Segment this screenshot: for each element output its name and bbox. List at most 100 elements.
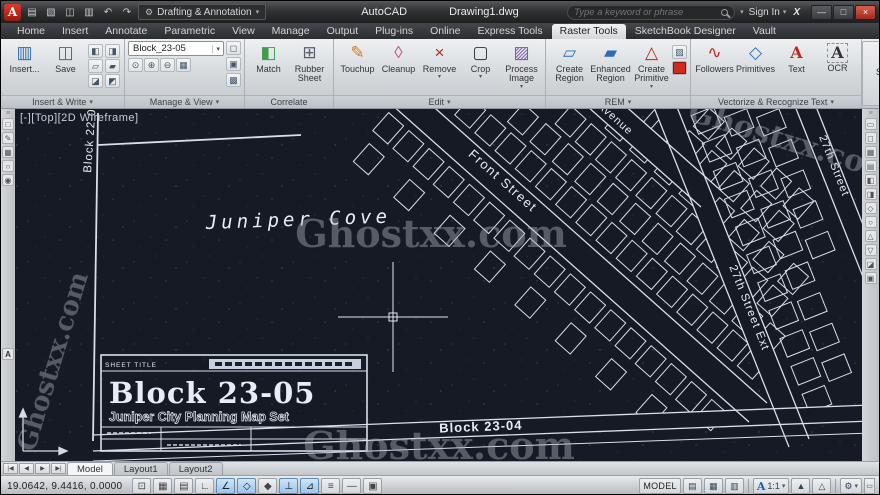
undo-button[interactable]: ↶: [100, 4, 116, 20]
ribbon-tab-sketchbook-designer[interactable]: SketchBook Designer: [627, 24, 744, 39]
create-primitive-button[interactable]: △ Create Primitive ▾: [631, 41, 672, 90]
model-paper-toggle[interactable]: MODEL: [639, 478, 681, 494]
zoom-in-button[interactable]: ⊕: [144, 58, 159, 72]
ribbon-tab-output[interactable]: Output: [319, 24, 367, 39]
panel-title-rem[interactable]: REM ▾: [546, 95, 690, 108]
view-tool-button[interactable]: ▦: [176, 58, 191, 72]
write-tool-button[interactable]: ◨: [105, 44, 120, 58]
tool-icon[interactable]: ○: [2, 160, 14, 172]
ribbon-tab-home[interactable]: Home: [9, 24, 53, 39]
lineweight-toggle[interactable]: —: [342, 478, 361, 494]
save-image-button[interactable]: ◫ Save: [45, 41, 86, 74]
raster-tool-icon[interactable]: ◪: [865, 258, 877, 270]
new-button[interactable]: ▤: [24, 4, 40, 20]
write-tool-button[interactable]: ◧: [88, 44, 103, 58]
tab-layout1[interactable]: Layout1: [114, 462, 168, 475]
followers-button[interactable]: ∿ Followers: [694, 41, 735, 74]
process-image-button[interactable]: ▨ Process Image ▾: [501, 41, 542, 90]
polar-tracking-toggle[interactable]: ∠: [216, 478, 235, 494]
manage-tool-button[interactable]: ▣: [226, 57, 241, 71]
snap-mode-toggle[interactable]: ▦: [153, 478, 172, 494]
raster-tool-icon[interactable]: ▣: [865, 272, 877, 284]
ribbon-tab-insert[interactable]: Insert: [54, 24, 96, 39]
object-snap-toggle[interactable]: ◇: [237, 478, 256, 494]
model-space-button[interactable]: ▤: [683, 478, 702, 494]
enhanced-region-button[interactable]: ▰ Enhanced Region: [590, 41, 631, 84]
tool-icon[interactable]: □: [2, 118, 14, 130]
raster-tool-icon[interactable]: ◇: [865, 202, 877, 214]
infer-constraints-toggle[interactable]: ⊡: [132, 478, 151, 494]
manage-tool-button[interactable]: ◻: [226, 41, 241, 55]
plot-button[interactable]: ▥: [81, 4, 97, 20]
workspace-switcher[interactable]: ⚙ Drafting & Annotation ▾: [138, 4, 266, 20]
toolbar-grip[interactable]: ≡: [6, 111, 10, 116]
ribbon-tab-parametric[interactable]: Parametric: [156, 24, 223, 39]
tab-model[interactable]: Model: [67, 462, 113, 475]
crop-button[interactable]: ▢ Crop ▾: [460, 41, 501, 81]
raster-tool-icon[interactable]: ▽: [865, 244, 877, 256]
sign-in-button[interactable]: Sign In ▾: [749, 7, 787, 18]
color-swatch-button[interactable]: [672, 61, 687, 75]
autoscale-button[interactable]: △: [812, 478, 831, 494]
viewport-controls[interactable]: [-][Top][2D Wireframe]: [20, 112, 139, 124]
search-input[interactable]: [574, 7, 721, 18]
raster-tool-icon[interactable]: ○: [865, 216, 877, 228]
quick-properties-toggle[interactable]: ▣: [363, 478, 382, 494]
tool-icon[interactable]: ✎: [2, 132, 14, 144]
panel-title-vectorize-recognize-text[interactable]: Vectorize & Recognize Text ▾: [691, 95, 861, 108]
text-recognition-button[interactable]: A Text: [776, 41, 817, 74]
zoom-out-button[interactable]: ⊖: [160, 58, 175, 72]
raster-snap-button[interactable]: ∩ Snap: [866, 44, 880, 77]
raster-tool-icon[interactable]: ◻: [865, 132, 877, 144]
ribbon-tab-view[interactable]: View: [224, 24, 263, 39]
write-tool-button[interactable]: ▰: [105, 59, 120, 73]
object-snap-tracking-toggle[interactable]: ⊥: [279, 478, 298, 494]
search-options-chevron-icon[interactable]: ▾: [740, 8, 744, 16]
raster-tool-icon[interactable]: △: [865, 230, 877, 242]
close-button[interactable]: ×: [855, 5, 876, 20]
panel-title-correlate[interactable]: Correlate: [245, 95, 333, 108]
ribbon-tab-raster-tools[interactable]: Raster Tools: [552, 24, 626, 39]
raster-tool-icon[interactable]: ▭: [865, 118, 877, 130]
save-button[interactable]: ◫: [62, 4, 78, 20]
tool-icon[interactable]: ▦: [2, 146, 14, 158]
touchup-button[interactable]: ✎ Touchup: [337, 41, 378, 74]
application-menu-button[interactable]: A: [4, 4, 21, 21]
search-icon[interactable]: [721, 9, 728, 16]
panel-title-insert-and-write[interactable]: Insert & Write ▾: [1, 95, 124, 108]
image-select-dropdown[interactable]: Block_23-05 ▾: [128, 41, 224, 56]
quick-view-layouts-button[interactable]: ▦: [704, 478, 723, 494]
zoom-image-button[interactable]: ⊙: [128, 58, 143, 72]
dynamic-input-toggle[interactable]: ≡: [321, 478, 340, 494]
model-space-viewport[interactable]: Juniper Cove Front Street Avenue 27th St…: [1, 109, 879, 461]
annotation-visibility-button[interactable]: ▲: [791, 478, 810, 494]
raster-tool-icon[interactable]: ▦: [865, 146, 877, 158]
quick-view-drawings-button[interactable]: ▥: [725, 478, 744, 494]
ribbon-tab-manage[interactable]: Manage: [264, 24, 318, 39]
rubber-sheet-button[interactable]: ⊞ Rubber Sheet: [289, 41, 330, 84]
insert-image-button[interactable]: ▥ Insert...: [4, 41, 45, 74]
write-tool-button[interactable]: ◩: [105, 74, 120, 88]
tool-icon[interactable]: ◉: [2, 174, 14, 186]
dynamic-ucs-toggle[interactable]: ⊿: [300, 478, 319, 494]
open-button[interactable]: ▧: [43, 4, 59, 20]
rem-tool-button[interactable]: ▨: [672, 45, 687, 59]
help-search-box[interactable]: [567, 5, 735, 20]
ribbon-tab-annotate[interactable]: Annotate: [97, 24, 155, 39]
text-tool-icon[interactable]: A: [2, 348, 14, 360]
redo-button[interactable]: ↷: [119, 4, 135, 20]
match-button[interactable]: ◧ Match: [248, 41, 289, 74]
cleanup-button[interactable]: ◊ Cleanup: [378, 41, 419, 74]
remove-button[interactable]: × Remove ▾: [419, 41, 460, 81]
ortho-mode-toggle[interactable]: ∟: [195, 478, 214, 494]
write-tool-button[interactable]: ◪: [88, 74, 103, 88]
ribbon-tab-express-tools[interactable]: Express Tools: [469, 24, 550, 39]
raster-tool-icon[interactable]: ◧: [865, 174, 877, 186]
3d-object-snap-toggle[interactable]: ◆: [258, 478, 277, 494]
ribbon-tab-plug-ins[interactable]: Plug-ins: [367, 24, 421, 39]
next-tab-button[interactable]: ▶: [35, 463, 50, 474]
panel-title-edit[interactable]: Edit ▾: [334, 95, 545, 108]
create-region-button[interactable]: ▱ Create Region: [549, 41, 590, 84]
exchange-apps-icon[interactable]: X: [791, 7, 802, 18]
raster-tool-icon[interactable]: ◨: [865, 188, 877, 200]
